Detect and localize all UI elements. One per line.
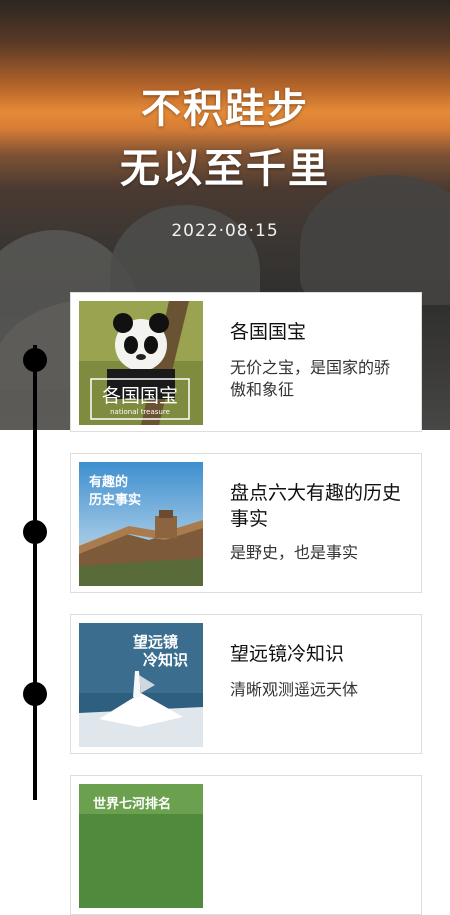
article-card-history-facts[interactable]: 有趣的 历史事实 盘点六大有趣的历史事实 是野史，也是事实: [70, 453, 422, 593]
article-subtitle: 清晰观测遥远天体: [230, 680, 359, 699]
svg-text:冷知识: 冷知识: [143, 651, 188, 669]
article-title: 盘点六大有趣的历史事实: [230, 482, 402, 530]
hero-title-line2: 无以至千里: [120, 146, 330, 192]
article-subtitle: 无价之宝，是国家的骄傲和象征: [230, 358, 391, 399]
svg-text:有趣的: 有趣的: [89, 474, 128, 490]
article-thumbnail: 望远镜 冷知识: [79, 623, 203, 747]
svg-text:历史事实: 历史事实: [89, 492, 141, 508]
article-thumbnail: 各国国宝 national treasure: [79, 301, 203, 425]
thumb-caption: 各国国宝: [102, 385, 178, 407]
svg-text:世界七河排名: 世界七河排名: [93, 796, 171, 812]
timeline-line: [33, 345, 37, 800]
hero-date: 2022·08·15: [171, 221, 279, 241]
article-title: 望远镜冷知识: [230, 643, 345, 665]
article-card-telescope[interactable]: 望远镜 冷知识 望远镜冷知识 清晰观测遥远天体: [70, 614, 422, 754]
svg-text:望远镜: 望远镜: [133, 633, 178, 651]
article-thumbnail: 有趣的 历史事实: [79, 462, 203, 586]
article-card-rivers[interactable]: 世界七河排名: [70, 775, 422, 915]
timeline-dot: [23, 520, 47, 544]
river-image: 世界七河排名: [79, 784, 203, 908]
article-thumbnail: 世界七河排名: [79, 784, 203, 908]
panda-image: 各国国宝 national treasure: [79, 301, 203, 425]
thumb-subcaption: national treasure: [110, 408, 170, 416]
timeline-dot: [23, 348, 47, 372]
article-card-national-treasure[interactable]: 各国国宝 national treasure 各国国宝 无价之宝，是国家的骄傲和…: [70, 292, 422, 432]
timeline-dot: [23, 682, 47, 706]
great-wall-image: 有趣的 历史事实: [79, 462, 203, 586]
hero-title-line1: 不积跬步: [141, 86, 309, 132]
telescope-image: 望远镜 冷知识: [79, 623, 203, 747]
article-subtitle: 是野史，也是事实: [230, 543, 359, 562]
article-title: 各国国宝: [230, 321, 307, 343]
